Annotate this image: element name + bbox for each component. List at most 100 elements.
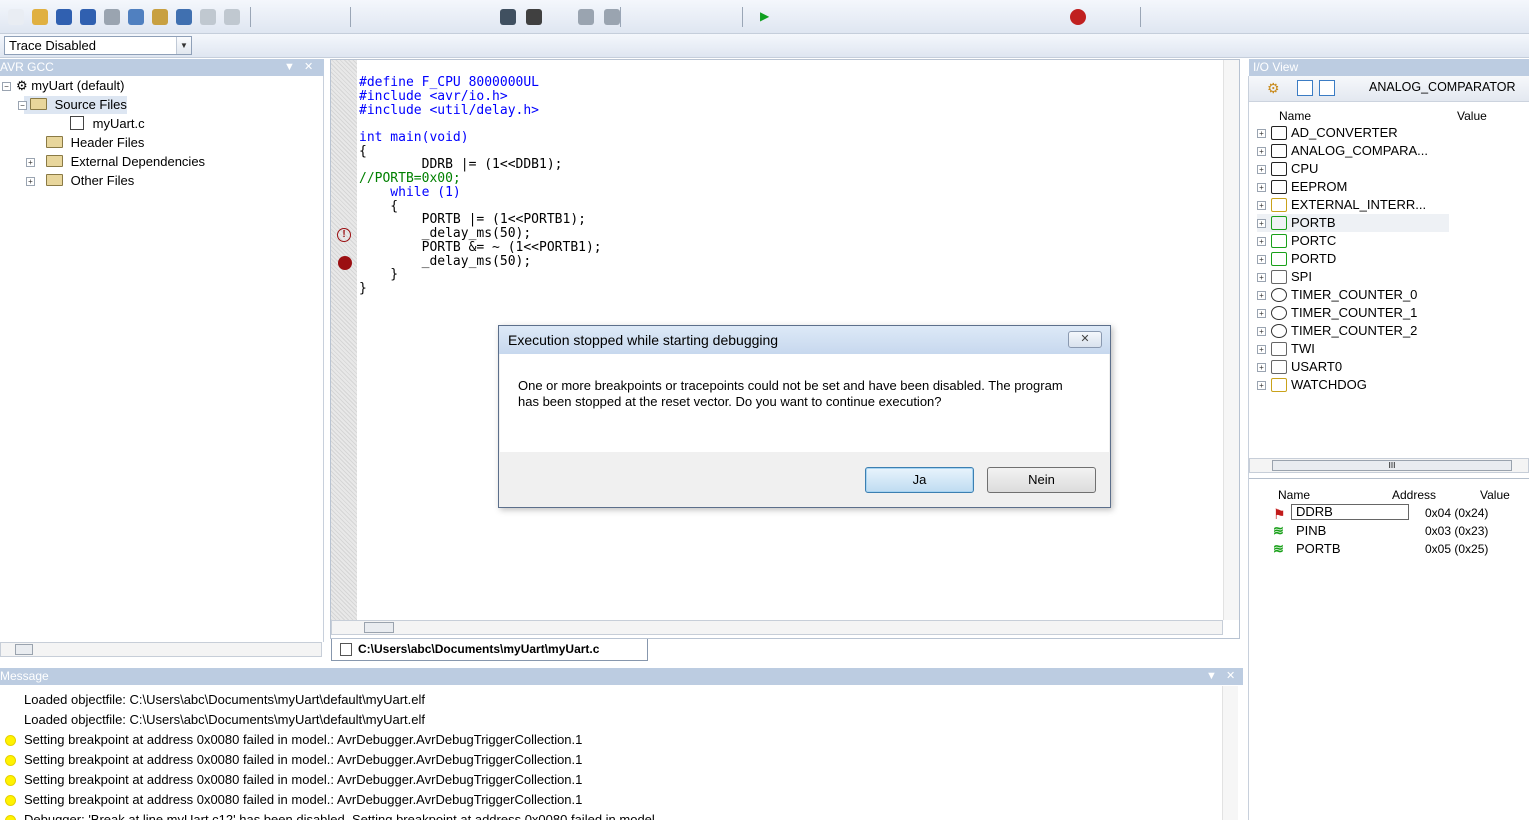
save-all-icon[interactable] <box>80 9 96 25</box>
io-module-item[interactable]: + EEPROM <box>1257 178 1449 196</box>
collapse-icon[interactable]: − <box>2 82 11 91</box>
io-module-item[interactable]: + ANALOG_COMPARA... <box>1257 142 1449 160</box>
run-icon[interactable]: ▶ <box>760 9 776 25</box>
project-icon: ⚙ <box>16 78 28 93</box>
save-icon[interactable] <box>56 9 72 25</box>
io-module-item[interactable]: + PORTD <box>1257 250 1449 268</box>
io-module-item[interactable]: + PORTB <box>1257 214 1449 232</box>
io-module-item[interactable]: + TWI <box>1257 340 1449 358</box>
vertical-scrollbar[interactable] <box>1223 60 1239 620</box>
expand-icon[interactable]: + <box>1257 129 1266 138</box>
io-module-item[interactable]: + SPI <box>1257 268 1449 286</box>
tree-item-project[interactable]: − ⚙ myUart (default) <box>2 77 124 95</box>
cut-icon[interactable] <box>104 9 120 25</box>
reg-column-value[interactable]: Value <box>1480 487 1510 503</box>
io-module-label: SPI <box>1291 269 1312 284</box>
step-icon[interactable] <box>604 9 620 25</box>
filter-icon[interactable]: ⚙ <box>1267 80 1280 97</box>
expand-icon[interactable]: + <box>1257 147 1266 156</box>
expand-icon[interactable]: + <box>1257 291 1266 300</box>
new-file-icon[interactable] <box>8 9 24 25</box>
build-icon[interactable] <box>526 9 542 25</box>
io-module-item[interactable]: + WATCHDOG <box>1257 376 1449 394</box>
tree-item-header-files[interactable]: Header Files <box>46 134 144 152</box>
no-button[interactable]: Nein <box>987 467 1096 493</box>
collapse-icon[interactable]: − <box>18 101 27 110</box>
panel-menu-icon[interactable]: ▼ <box>1206 668 1217 685</box>
horizontal-scrollbar[interactable] <box>0 642 322 657</box>
tree-item-external-dependencies[interactable]: + External Dependencies <box>26 153 205 171</box>
expand-icon[interactable]: + <box>1257 255 1266 264</box>
io-module-item[interactable]: + EXTERNAL_INTERR... <box>1257 196 1449 214</box>
expand-icon[interactable]: + <box>1257 165 1266 174</box>
expand-icon[interactable]: + <box>1257 345 1266 354</box>
io-module-item[interactable]: + TIMER_COUNTER_1 <box>1257 304 1449 322</box>
tree-item-source-files[interactable]: − Source Files <box>18 96 127 114</box>
close-icon[interactable]: ✕ <box>304 59 313 76</box>
breakpoint-gutter[interactable] <box>331 60 357 620</box>
io-module-item[interactable]: + PORTC <box>1257 232 1449 250</box>
message-panel: Loaded objectfile: C:\Users\abc\Document… <box>0 686 1243 820</box>
toolbar-separator <box>350 7 351 27</box>
undo-icon[interactable] <box>200 9 216 25</box>
editor-file-tab[interactable]: C:\Users\abc\Documents\myUart\myUart.c <box>331 639 648 661</box>
code-line: DDRB |= (1<<DDB1); <box>359 158 563 172</box>
expand-icon[interactable]: + <box>1257 381 1266 390</box>
expand-icon[interactable]: + <box>1257 201 1266 210</box>
message-line[interactable]: Debugger: 'Break at line myUart.c12' has… <box>24 810 658 820</box>
register-bits-icon: ≋ <box>1273 541 1284 556</box>
trace-mode-select[interactable]: Trace Disabled ▼ <box>4 36 192 55</box>
expand-icon[interactable]: + <box>1257 327 1266 336</box>
open-icon[interactable] <box>32 9 48 25</box>
expand-icon[interactable]: + <box>1257 273 1266 282</box>
breakpoint-icon[interactable] <box>338 256 352 270</box>
io-module-item[interactable]: + USART0 <box>1257 358 1449 376</box>
print-icon[interactable] <box>176 9 192 25</box>
tree-item-other-files[interactable]: + Other Files <box>26 172 134 190</box>
expand-icon[interactable]: + <box>1257 183 1266 192</box>
tree-item-file[interactable]: myUart.c <box>70 115 145 133</box>
pause-icon[interactable] <box>578 9 594 25</box>
chevron-down-icon[interactable]: ▼ <box>176 37 191 54</box>
horizontal-scrollbar[interactable]: III <box>1249 458 1529 473</box>
yes-button[interactable]: Ja <box>865 467 974 493</box>
disabled-breakpoint-icon[interactable]: ! <box>337 228 351 242</box>
scrollbar-thumb[interactable] <box>364 622 394 633</box>
column-header-value[interactable]: Value <box>1457 108 1487 124</box>
breakpoint-icon[interactable] <box>1070 9 1086 25</box>
io-module-item[interactable]: + TIMER_COUNTER_2 <box>1257 322 1449 340</box>
expand-icon[interactable]: + <box>26 177 35 186</box>
copy-icon[interactable] <box>128 9 144 25</box>
message-line[interactable]: Setting breakpoint at address 0x0080 fai… <box>24 730 582 750</box>
splitter[interactable] <box>1249 478 1529 479</box>
expand-icon[interactable]: + <box>1257 219 1266 228</box>
horizontal-scrollbar[interactable] <box>331 620 1223 635</box>
message-line[interactable]: Setting breakpoint at address 0x0080 fai… <box>24 770 582 790</box>
expand-icon[interactable]: + <box>1257 363 1266 372</box>
expand-icon[interactable]: + <box>26 158 35 167</box>
redo-icon[interactable] <box>224 9 240 25</box>
paste-icon[interactable] <box>152 9 168 25</box>
reg-column-name[interactable]: Name <box>1278 487 1310 503</box>
scrollbar-thumb[interactable]: III <box>1272 460 1512 471</box>
code-line: #include <avr/io.h> <box>359 90 508 104</box>
message-line[interactable]: Setting breakpoint at address 0x0080 fai… <box>24 790 582 810</box>
io-module-item[interactable]: + AD_CONVERTER <box>1257 124 1449 142</box>
expand-icon[interactable]: + <box>1257 309 1266 318</box>
message-line[interactable]: Loaded objectfile: C:\Users\abc\Document… <box>24 690 425 710</box>
io-module-item[interactable]: + TIMER_COUNTER_0 <box>1257 286 1449 304</box>
message-line[interactable]: Setting breakpoint at address 0x0080 fai… <box>24 750 582 770</box>
close-icon[interactable]: ✕ <box>1226 668 1235 685</box>
view-tree-icon[interactable] <box>1297 80 1313 96</box>
expand-icon[interactable]: + <box>1257 237 1266 246</box>
find-icon[interactable] <box>500 9 516 25</box>
view-list-icon[interactable] <box>1319 80 1335 96</box>
message-line[interactable]: Loaded objectfile: C:\Users\abc\Document… <box>24 710 425 730</box>
io-module-item[interactable]: + CPU <box>1257 160 1449 178</box>
reg-column-address[interactable]: Address <box>1392 487 1436 503</box>
column-header-name[interactable]: Name <box>1279 108 1311 124</box>
panel-menu-icon[interactable]: ▼ <box>284 59 295 76</box>
scrollbar-thumb[interactable] <box>15 644 33 655</box>
vertical-scrollbar[interactable] <box>1222 686 1238 820</box>
close-icon[interactable]: ✕ <box>1068 331 1102 348</box>
